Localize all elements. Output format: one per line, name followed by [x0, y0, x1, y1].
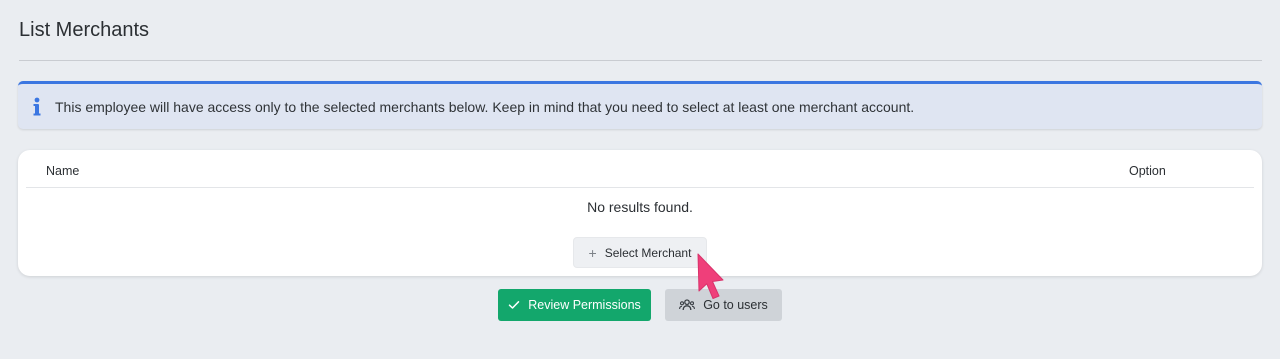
- pointer-cursor-icon: [697, 253, 724, 299]
- page-title: List Merchants: [19, 19, 150, 41]
- info-alert: This employee will have access only to t…: [18, 81, 1262, 129]
- users-icon: [679, 299, 696, 311]
- review-permissions-label: Review Permissions: [528, 298, 641, 312]
- title-divider: [19, 60, 1262, 61]
- table-header-divider: [26, 187, 1254, 188]
- check-icon: [508, 301, 520, 309]
- page: List Merchants This employee will have a…: [0, 0, 1280, 359]
- plus-icon: +: [588, 244, 597, 261]
- column-header-name: Name: [46, 164, 80, 178]
- info-icon: [19, 97, 55, 117]
- empty-state-message: No results found.: [587, 199, 693, 215]
- alert-message: This employee will have access only to t…: [55, 98, 915, 115]
- merchants-table-card: Name Option No results found. + Select M…: [18, 150, 1262, 276]
- review-permissions-button[interactable]: Review Permissions: [498, 289, 651, 321]
- select-merchant-button[interactable]: + Select Merchant: [573, 237, 707, 268]
- column-header-option: Option: [1129, 164, 1166, 178]
- select-merchant-label: Select Merchant: [604, 245, 692, 260]
